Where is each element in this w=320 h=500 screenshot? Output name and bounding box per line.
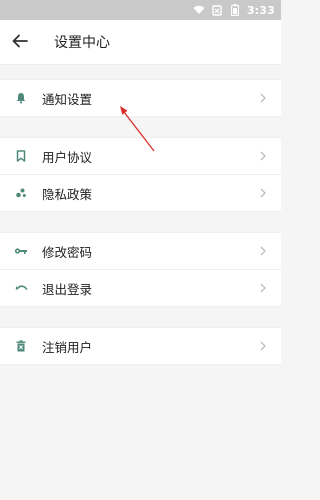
key-icon xyxy=(14,244,28,258)
settings-row-label: 隐私政策 xyxy=(42,186,93,202)
chevron-right-icon xyxy=(259,341,267,351)
settings-row-label: 通知设置 xyxy=(42,91,93,107)
settings-row-change-password[interactable]: 修改密码 xyxy=(0,233,281,269)
settings-row-label: 修改密码 xyxy=(42,244,93,260)
bell-icon xyxy=(14,91,28,105)
settings-row-deactivate-user[interactable]: 注销用户 xyxy=(0,328,281,364)
undo-icon xyxy=(14,281,28,295)
chevron-right-icon xyxy=(259,151,267,161)
settings-group-legal: 用户协议 隐私政策 xyxy=(0,137,281,212)
settings-row-logout[interactable]: 退出登录 xyxy=(0,269,281,306)
settings-row-privacy-policy[interactable]: 隐私政策 xyxy=(0,174,281,211)
settings-group-notifications: 通知设置 xyxy=(0,79,281,117)
page-title: 设置中心 xyxy=(54,35,110,51)
settings-row-label: 用户协议 xyxy=(42,149,93,165)
chevron-right-icon xyxy=(259,246,267,256)
bookmark-icon xyxy=(14,149,28,163)
trash-icon xyxy=(14,339,28,353)
settings-row-label: 注销用户 xyxy=(42,339,93,355)
settings-row-notifications[interactable]: 通知设置 xyxy=(0,80,281,116)
sim-icon xyxy=(211,4,223,16)
settings-group-account: 修改密码 退出登录 xyxy=(0,232,281,307)
wifi-icon xyxy=(193,4,205,16)
status-bar: 3:33 xyxy=(0,0,281,20)
settings-group-deactivate: 注销用户 xyxy=(0,327,281,365)
dots-icon xyxy=(14,186,28,200)
settings-row-user-agreement[interactable]: 用户协议 xyxy=(0,138,281,174)
settings-row-label: 退出登录 xyxy=(42,281,93,297)
back-button[interactable] xyxy=(0,20,40,64)
arrow-left-icon xyxy=(12,33,28,52)
chevron-right-icon xyxy=(259,188,267,198)
chevron-right-icon xyxy=(259,283,267,293)
app-header: 设置中心 xyxy=(0,20,281,65)
status-time: 3:33 xyxy=(246,3,275,17)
chevron-right-icon xyxy=(259,93,267,103)
battery-icon xyxy=(229,4,241,16)
